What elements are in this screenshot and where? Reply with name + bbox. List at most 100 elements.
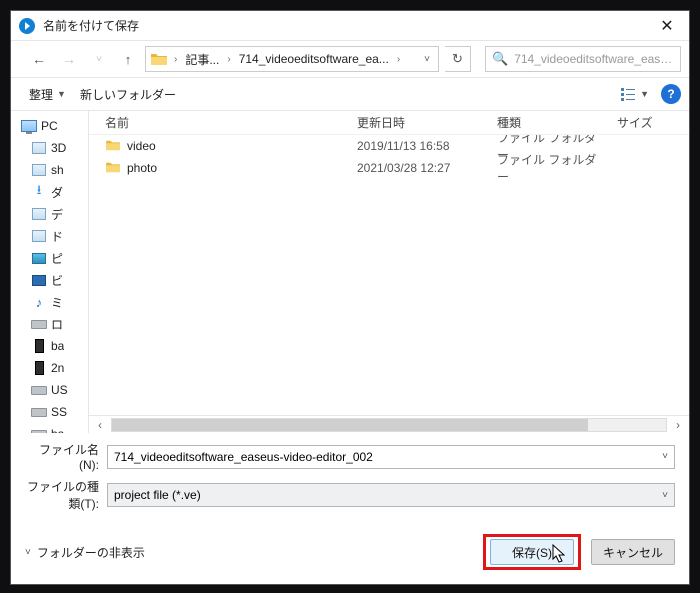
col-size[interactable]: サイズ [609, 114, 689, 131]
hide-folders-link[interactable]: ˅ フォルダーの非表示 [25, 544, 145, 561]
tree-item[interactable]: PC [11, 115, 88, 137]
h-scrollbar[interactable]: ‹ › [89, 415, 689, 433]
scroll-thumb[interactable] [112, 419, 588, 431]
photo-icon [31, 250, 47, 266]
tree-item[interactable]: ピ [11, 247, 88, 269]
breadcrumb-1[interactable]: 記事... [181, 49, 223, 70]
hide-folders-label: フォルダーの非表示 [37, 544, 145, 561]
filename-label: ファイル名(N): [25, 441, 99, 472]
tree-item[interactable]: デ [11, 203, 88, 225]
tree-item-label: デ [51, 206, 63, 223]
box-icon [31, 162, 47, 178]
refresh-button[interactable]: ↻ [445, 46, 471, 72]
organize-label: 整理 [29, 86, 53, 103]
drive-icon [31, 316, 47, 332]
addr-dropdown-icon[interactable]: ˅ [418, 54, 436, 65]
chevron-down-icon[interactable]: ˅ [662, 490, 668, 501]
toolbar: 整理 ▼ 新しいフォルダー ▼ ? [11, 77, 689, 111]
col-date[interactable]: 更新日時 [349, 114, 489, 131]
save-highlight: 保存(S) [483, 534, 581, 570]
filename-input[interactable]: 714_videoeditsoftware_easeus-video-edito… [107, 445, 675, 469]
tree-item-label: 2n [51, 361, 64, 375]
file-type: ファイル フォルダー [489, 151, 609, 185]
tree-item[interactable]: SS [11, 401, 88, 423]
view-mode-button[interactable]: ▼ [616, 85, 653, 103]
tree-item-label: sh [51, 163, 64, 177]
tree-item-label: SS [51, 405, 67, 419]
folder-icon [150, 50, 168, 68]
tree-item-label: ダ [51, 184, 63, 201]
tree-item[interactable]: ba [11, 423, 88, 433]
tree-item[interactable]: 2n [11, 357, 88, 379]
scroll-track[interactable] [111, 418, 667, 432]
tree-item-label: US [51, 383, 68, 397]
body: PC3Dsh⭳ダデドピビ♪ミロba2nUSSSba 名前 更新日時 種類 サイズ… [11, 111, 689, 433]
chevron-down-icon[interactable]: ˅ [662, 451, 668, 462]
col-name[interactable]: 名前 [89, 114, 349, 131]
drive-icon [31, 382, 47, 398]
file-name: photo [127, 161, 157, 175]
view-list-icon [620, 87, 636, 101]
footer: ˅ フォルダーの非表示 保存(S) キャンセル [11, 518, 689, 584]
tree-item[interactable]: ロ [11, 313, 88, 335]
new-folder-button[interactable]: 新しいフォルダー [80, 86, 176, 103]
save-fields: ファイル名(N): 714_videoeditsoftware_easeus-v… [11, 433, 689, 518]
save-as-dialog: 名前を付けて保存 ✕ ← → ˅ ↑ › 記事... › 714_videoed… [10, 10, 690, 585]
filetype-row: ファイルの種類(T): project file (*.ve) ˅ [25, 478, 675, 512]
tree-item-label: ba [51, 339, 64, 353]
tower-icon [31, 360, 47, 376]
tower-icon [31, 338, 47, 354]
tree-item[interactable]: sh [11, 159, 88, 181]
scroll-right-icon[interactable]: › [671, 418, 685, 432]
tree-item[interactable]: US [11, 379, 88, 401]
cancel-button[interactable]: キャンセル [591, 539, 675, 565]
save-button[interactable]: 保存(S) [490, 539, 574, 565]
tree-item[interactable]: 3D [11, 137, 88, 159]
chevron-right-icon: › [172, 54, 179, 65]
tree-item-label: ミ [51, 294, 63, 311]
tree-item[interactable]: ba [11, 335, 88, 357]
tree-item-label: ロ [51, 316, 63, 333]
address-bar[interactable]: › 記事... › 714_videoeditsoftware_ea... › … [145, 46, 439, 72]
tree-item[interactable]: ⭳ダ [11, 181, 88, 203]
col-type[interactable]: 種類 [489, 114, 609, 131]
search-box[interactable]: 🔍 714_videoeditsoftware_ease... [485, 46, 681, 72]
recent-dropdown[interactable]: ˅ [87, 47, 111, 71]
video-icon [31, 272, 47, 288]
box-icon [31, 228, 47, 244]
tree-item[interactable]: ド [11, 225, 88, 247]
file-rows[interactable]: video 2019/11/13 16:58ファイル フォルダー photo 2021… [89, 135, 689, 415]
tree-item-label: 3D [51, 141, 66, 155]
window-title: 名前を付けて保存 [43, 17, 645, 34]
help-button[interactable]: ? [661, 84, 681, 104]
tree-item[interactable]: ♪ミ [11, 291, 88, 313]
tree-item-label: ビ [51, 272, 63, 289]
tree-item[interactable]: ビ [11, 269, 88, 291]
filetype-select[interactable]: project file (*.ve) ˅ [107, 483, 675, 507]
filetype-value: project file (*.ve) [114, 488, 662, 502]
download-icon: ⭳ [31, 184, 47, 200]
back-button[interactable]: ← [27, 47, 51, 71]
drive-icon [31, 404, 47, 420]
scroll-left-icon[interactable]: ‹ [93, 418, 107, 432]
column-headers: 名前 更新日時 種類 サイズ [89, 111, 689, 135]
tree-item-label: ピ [51, 250, 63, 267]
organize-menu[interactable]: 整理 ▼ [23, 82, 72, 107]
file-date: 2019/11/13 16:58 [349, 139, 489, 153]
close-button[interactable]: ✕ [645, 11, 689, 41]
chevron-down-icon: ˅ [25, 547, 31, 558]
up-button[interactable]: ↑ [117, 48, 139, 70]
breadcrumb-2[interactable]: 714_videoeditsoftware_ea... [235, 50, 393, 68]
forward-button[interactable]: → [57, 47, 81, 71]
search-icon: 🔍 [492, 51, 508, 67]
filename-value: 714_videoeditsoftware_easeus-video-edito… [114, 450, 662, 464]
filetype-label: ファイルの種類(T): [25, 478, 99, 512]
file-date: 2021/03/28 12:27 [349, 161, 489, 175]
drive-icon [31, 426, 47, 433]
file-name: video [127, 139, 156, 153]
folder-icon [105, 139, 121, 154]
search-placeholder: 714_videoeditsoftware_ease... [514, 52, 674, 66]
filename-row: ファイル名(N): 714_videoeditsoftware_easeus-v… [25, 441, 675, 472]
list-item[interactable]: photo2021/03/28 12:27ファイル フォルダー [89, 157, 689, 179]
nav-tree[interactable]: PC3Dsh⭳ダデドピビ♪ミロba2nUSSSba [11, 111, 89, 433]
